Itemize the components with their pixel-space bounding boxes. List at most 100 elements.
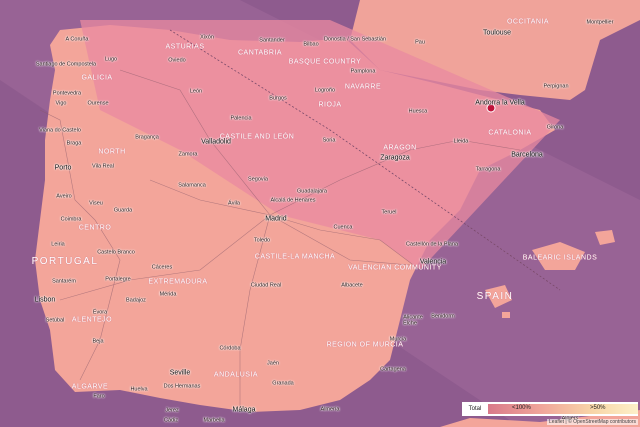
city-label[interactable]: Santander bbox=[259, 38, 284, 44]
city-label[interactable]: Segovia bbox=[248, 177, 268, 183]
city-label[interactable]: Perpignan bbox=[543, 84, 568, 90]
city-label[interactable]: Beja bbox=[92, 339, 103, 345]
city-label[interactable]: Leiria bbox=[51, 242, 64, 248]
city-label[interactable]: Ourense bbox=[87, 101, 108, 107]
city-label[interactable]: Setúbal bbox=[46, 318, 65, 324]
city-label[interactable]: Andorra la Vella bbox=[475, 100, 524, 107]
city-label[interactable]: Toulouse bbox=[483, 30, 511, 37]
city-label[interactable]: Córdoba bbox=[219, 346, 240, 352]
city-label[interactable]: Cáceres bbox=[152, 265, 172, 271]
city-label[interactable]: Pamplona bbox=[351, 69, 376, 75]
city-label[interactable]: Girona bbox=[547, 125, 564, 131]
map-attribution[interactable]: Leaflet | © OpenStreetMap contributors bbox=[547, 419, 638, 425]
city-label[interactable]: Oviedo bbox=[168, 58, 185, 64]
city-label[interactable]: Zaragoza bbox=[380, 155, 410, 162]
city-label[interactable]: Burgos bbox=[269, 96, 286, 102]
region-label: ALGARVE bbox=[71, 383, 109, 391]
city-label[interactable]: Lleida bbox=[454, 139, 469, 145]
region-label: EXTREMADURA bbox=[148, 278, 208, 286]
city-label[interactable]: Faro bbox=[93, 394, 104, 400]
city-label[interactable]: Guarda bbox=[114, 208, 132, 214]
city-label[interactable]: Alcalá de Henares bbox=[271, 198, 316, 204]
region-label: ANDALUSIA bbox=[213, 371, 259, 379]
city-label[interactable]: Valladolid bbox=[201, 139, 231, 146]
city-label[interactable]: Santiago de Compostela bbox=[36, 62, 96, 68]
region-label: GALICIA bbox=[81, 74, 113, 82]
city-label[interactable]: Viana do Castelo bbox=[39, 128, 81, 134]
city-label[interactable]: Cádiz bbox=[164, 418, 178, 424]
region-label: CANTABRIA bbox=[237, 49, 283, 57]
city-label[interactable]: Bragança bbox=[135, 135, 159, 141]
city-label[interactable]: Viseu bbox=[89, 201, 103, 207]
city-label[interactable]: Soria bbox=[323, 138, 336, 144]
city-label[interactable]: Lugo bbox=[105, 57, 117, 63]
city-label[interactable]: Albacete bbox=[341, 283, 362, 289]
city-label[interactable]: Mérida bbox=[160, 292, 177, 298]
city-label[interactable]: Benidorm bbox=[431, 314, 455, 320]
city-label[interactable]: Évora bbox=[93, 310, 107, 316]
region-label: ARAGON bbox=[383, 144, 417, 152]
region-label: BASQUE COUNTRY bbox=[288, 58, 362, 66]
city-label[interactable]: Portalegre bbox=[105, 277, 130, 283]
region-label: NAVARRE bbox=[344, 83, 382, 91]
city-label[interactable]: Madrid bbox=[265, 216, 286, 223]
legend-color-bar: <100% >50% bbox=[488, 404, 638, 414]
city-label[interactable]: Pau bbox=[415, 40, 425, 46]
region-label: OCCITANIA bbox=[506, 18, 550, 26]
city-label[interactable]: Vila Real bbox=[92, 164, 114, 170]
city-label[interactable]: Valencia bbox=[420, 259, 446, 266]
city-label[interactable]: Jaén bbox=[267, 361, 279, 367]
region-label: VALENCIAN COMMUNITY bbox=[348, 264, 442, 272]
city-label[interactable]: Badajoz bbox=[126, 298, 146, 304]
city-label[interactable]: Zamora bbox=[179, 152, 198, 158]
city-label[interactable]: Montpellier bbox=[587, 20, 614, 26]
city-label[interactable]: Braga bbox=[67, 141, 82, 147]
country-label: SPAIN bbox=[476, 291, 514, 302]
city-label[interactable]: Seville bbox=[170, 370, 191, 377]
city-label[interactable]: Barcelona bbox=[511, 152, 543, 159]
city-label[interactable]: Castelo Branco bbox=[97, 250, 135, 256]
region-label: RIOJA bbox=[318, 101, 342, 109]
city-label[interactable]: Teruel bbox=[382, 210, 397, 216]
city-label[interactable]: Marbella bbox=[203, 418, 224, 424]
city-label[interactable]: Huesca bbox=[409, 109, 428, 115]
city-label[interactable]: Ciudad Real bbox=[251, 283, 281, 289]
city-label[interactable]: Huelva bbox=[130, 387, 147, 393]
city-label[interactable]: León bbox=[190, 89, 202, 95]
city-label[interactable]: Dos Hermanas bbox=[164, 384, 201, 390]
city-label[interactable]: Ávila bbox=[228, 201, 240, 207]
city-label[interactable]: Lisbon bbox=[35, 297, 56, 304]
region-label: ASTURIAS bbox=[165, 43, 205, 51]
city-label[interactable]: Salamanca bbox=[178, 183, 206, 189]
city-label[interactable]: Pontevedra bbox=[53, 91, 81, 97]
region-label: CATALONIA bbox=[488, 129, 532, 137]
city-label[interactable]: Almería bbox=[321, 407, 340, 413]
city-label[interactable]: Cartagena bbox=[380, 367, 406, 373]
city-label[interactable]: Toledo bbox=[254, 238, 270, 244]
legend-high-label: >50% bbox=[590, 405, 606, 411]
legend-title: Total bbox=[468, 406, 482, 412]
country-label: PORTUGAL bbox=[31, 256, 99, 267]
region-label: ALENTEJO bbox=[71, 316, 113, 324]
city-label[interactable]: Cuenca bbox=[334, 225, 353, 231]
city-label[interactable]: Palencia bbox=[230, 116, 251, 122]
city-label[interactable]: Castellón de la Plana bbox=[406, 242, 458, 248]
city-label[interactable]: Coimbra bbox=[61, 217, 82, 223]
city-label[interactable]: Porto bbox=[55, 165, 72, 172]
city-label[interactable]: Málaga bbox=[233, 407, 256, 414]
city-label[interactable]: Tarragona bbox=[476, 167, 501, 173]
city-label[interactable]: Murcia bbox=[390, 337, 407, 343]
city-label[interactable]: Logroño bbox=[315, 88, 335, 94]
city-label[interactable]: A Coruña bbox=[66, 37, 89, 43]
city-label[interactable]: Jerez bbox=[165, 408, 178, 414]
city-label[interactable]: Granada bbox=[272, 381, 293, 387]
city-label[interactable]: Xixón bbox=[200, 35, 214, 41]
region-label: NORTH bbox=[98, 148, 126, 156]
city-label[interactable]: Aveiro bbox=[56, 194, 72, 200]
city-label[interactable]: Donostia / San Sebastián bbox=[324, 37, 386, 43]
city-label[interactable]: Elche bbox=[403, 321, 417, 327]
city-label[interactable]: Vigo bbox=[56, 101, 67, 107]
city-label[interactable]: Santarém bbox=[52, 279, 76, 285]
city-label[interactable]: Guadalajara bbox=[297, 189, 327, 195]
city-label[interactable]: Bilbao bbox=[303, 42, 318, 48]
